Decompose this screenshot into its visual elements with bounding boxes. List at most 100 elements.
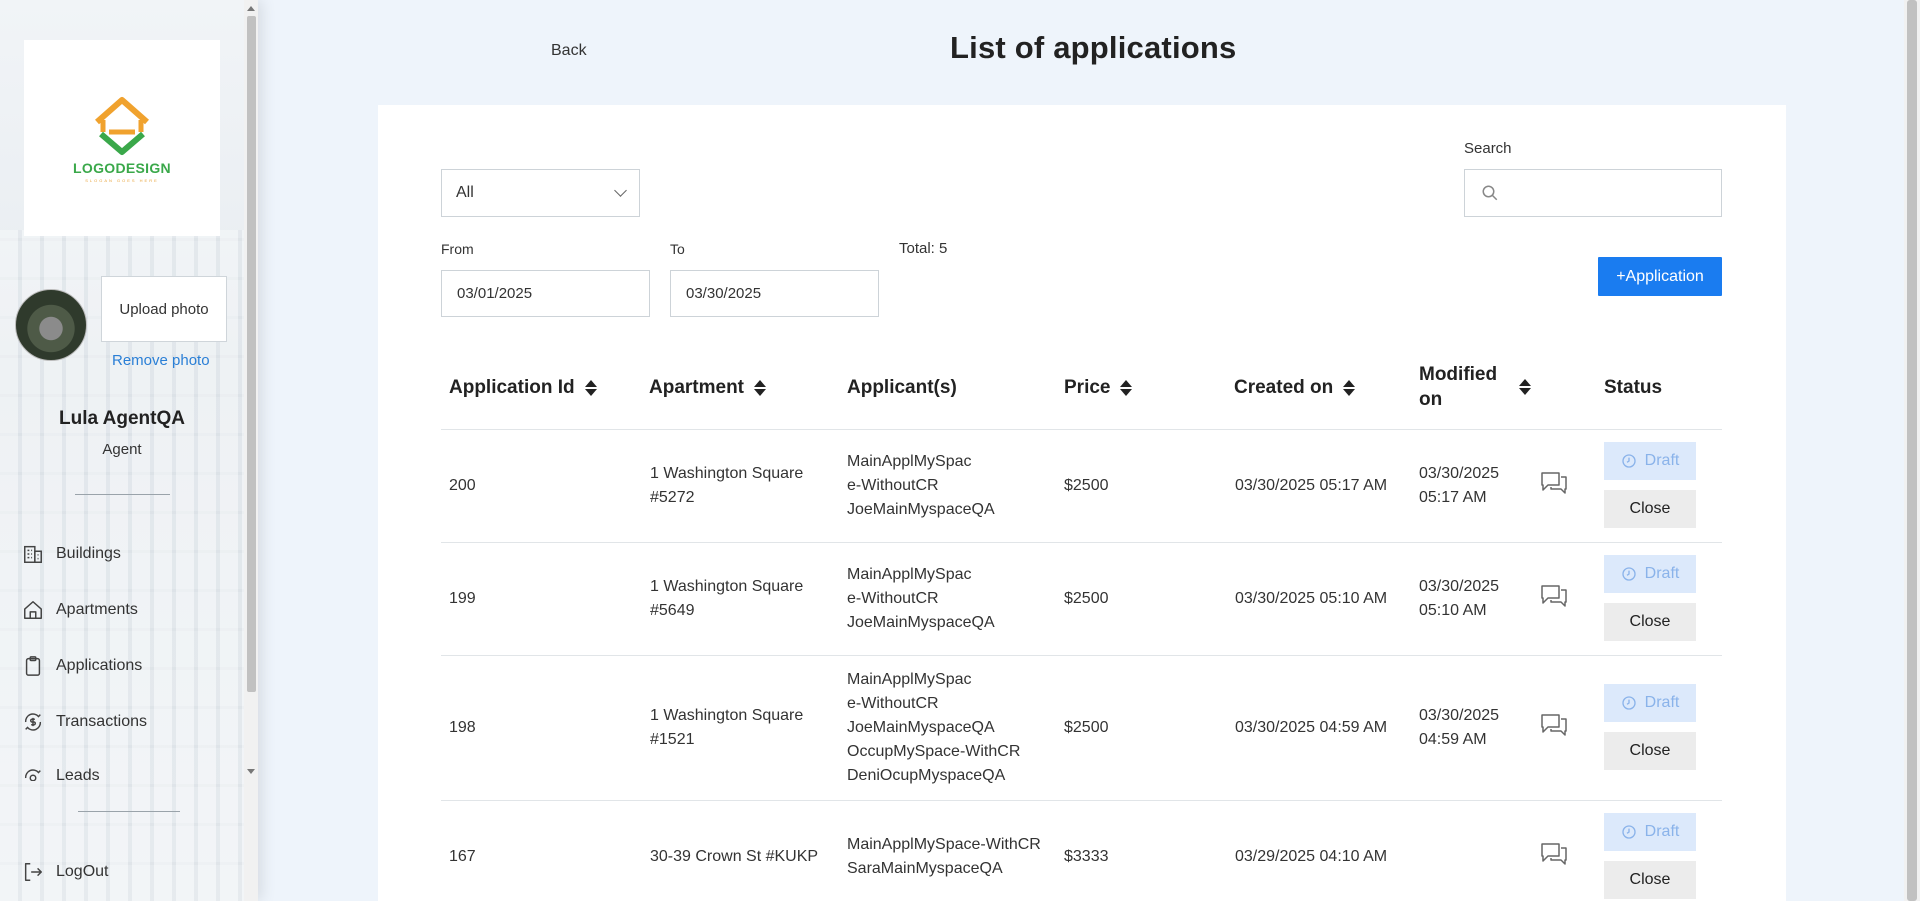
total-count: Total: 5 xyxy=(899,240,948,257)
leads-icon xyxy=(24,769,41,781)
logo-house-icon xyxy=(95,96,149,155)
page-scrollbar-thumb[interactable] xyxy=(1907,0,1917,901)
row-divider xyxy=(441,429,1722,430)
divider xyxy=(78,811,180,812)
close-button[interactable]: Close xyxy=(1604,861,1696,899)
sort-icon[interactable] xyxy=(584,379,597,396)
applicant-name: JoeMainMyspaceQA xyxy=(847,614,995,631)
scroll-down-arrow-icon[interactable] xyxy=(247,769,255,774)
avatar xyxy=(15,289,87,361)
sidebar-item-apartments[interactable]: Apartments xyxy=(22,599,138,621)
sort-icon[interactable] xyxy=(1519,379,1531,395)
column-header-price[interactable]: Price xyxy=(1064,375,1133,400)
chat-icon[interactable] xyxy=(1540,713,1568,737)
row-divider xyxy=(441,655,1722,656)
user-role: Agent xyxy=(102,441,142,458)
upload-photo-button[interactable]: Upload photo xyxy=(101,276,227,342)
cell-applicants: MainApplMySpace-WithoutCR JoeMainMyspace… xyxy=(847,668,1020,788)
divider xyxy=(75,494,170,495)
chat-icon[interactable] xyxy=(1540,842,1568,866)
column-header-apartment[interactable]: Apartment xyxy=(649,375,767,400)
building-icon xyxy=(24,545,42,563)
cell-id: 199 xyxy=(449,590,476,607)
status-badge: Draft xyxy=(1604,442,1696,480)
chat-icon[interactable] xyxy=(1540,471,1568,495)
column-header-label: Status xyxy=(1604,377,1663,398)
cell-apartment[interactable]: 1 Washington Square #5272 xyxy=(650,462,830,510)
from-label: From xyxy=(441,241,474,257)
cell-applicants: MainApplMySpace-WithoutCR JoeMainMyspace… xyxy=(847,563,995,635)
row-divider xyxy=(441,542,1722,543)
cell-created: 03/30/2025 05:10 AM xyxy=(1235,590,1388,607)
close-button[interactable]: Close xyxy=(1604,490,1696,528)
cell-apartment[interactable]: 1 Washington Square #5649 xyxy=(650,575,830,623)
status-label: Draft xyxy=(1644,565,1680,582)
column-header-created[interactable]: Created on xyxy=(1234,375,1356,400)
sort-icon[interactable] xyxy=(1120,379,1133,396)
sidebar-scrollbar-thumb[interactable] xyxy=(247,16,256,692)
page-title: List of applications xyxy=(950,30,1237,65)
search-input[interactable] xyxy=(1464,169,1722,217)
column-header-label: Application Id xyxy=(449,377,575,398)
sidebar-item-buildings[interactable]: Buildings xyxy=(22,543,121,565)
cell-price: $2500 xyxy=(1064,719,1109,736)
sidebar-item-transactions[interactable]: Transactions xyxy=(22,711,147,733)
column-header-label: Price xyxy=(1064,377,1111,398)
status-badge: Draft xyxy=(1604,813,1696,851)
sidebar: LOGODESIGN SLOGAN GOES HERE Upload photo… xyxy=(0,0,258,901)
applications-card xyxy=(378,105,1786,901)
sidebar-item-leads[interactable]: Leads xyxy=(22,767,100,781)
clipboard-icon xyxy=(25,656,41,676)
applicant-name: MainApplMySpace-WithoutCR xyxy=(847,453,972,494)
back-link[interactable]: Back xyxy=(551,42,587,60)
cell-id: 167 xyxy=(449,848,476,865)
column-header-status: Status xyxy=(1604,375,1662,400)
cell-apartment[interactable]: 1 Washington Square #1521 xyxy=(650,704,830,752)
chat-icon[interactable] xyxy=(1540,584,1568,608)
logout-icon xyxy=(24,863,42,881)
cell-created: 03/30/2025 04:59 AM xyxy=(1235,719,1388,736)
sidebar-item-label: Apartments xyxy=(56,601,138,618)
applicant-name: MainApplMySpace-WithoutCR xyxy=(847,566,972,607)
logout-button[interactable]: LogOut xyxy=(22,861,108,883)
cell-applicants: MainApplMySpace-WithoutCR JoeMainMyspace… xyxy=(847,450,995,522)
sort-icon[interactable] xyxy=(1343,379,1356,396)
status-label: Draft xyxy=(1644,694,1680,711)
sidebar-item-label: Buildings xyxy=(56,545,121,562)
user-name: Lula AgentQA xyxy=(59,408,185,429)
scroll-up-arrow-icon[interactable] xyxy=(247,6,255,11)
search-icon xyxy=(1482,185,1498,201)
cell-applicants: MainApplMySpace-WithCR SaraMainMyspaceQA xyxy=(847,833,1041,881)
sidebar-item-applications[interactable]: Applications xyxy=(22,655,142,677)
status-badge: Draft xyxy=(1604,555,1696,593)
cell-modified: 03/30/2025 05:17 AM xyxy=(1419,465,1500,506)
close-button[interactable]: Close xyxy=(1604,732,1696,770)
cell-apartment[interactable]: 30-39 Crown St #KUKP xyxy=(650,845,850,869)
applicant-name: MainApplMySpace-WithCR xyxy=(847,836,1041,853)
dollar-cycle-icon xyxy=(24,713,42,731)
logout-label: LogOut xyxy=(56,863,109,880)
cell-id: 198 xyxy=(449,719,476,736)
clock-icon xyxy=(1621,454,1636,468)
status-filter-select[interactable]: All xyxy=(441,169,640,217)
cell-created: 03/29/2025 04:10 AM xyxy=(1235,848,1388,865)
column-header-id[interactable]: Application Id xyxy=(449,375,597,400)
close-button[interactable]: Close xyxy=(1604,603,1696,641)
clock-icon xyxy=(1621,696,1636,710)
logo-text: LOGODESIGN xyxy=(73,159,171,176)
search-label: Search xyxy=(1464,140,1512,157)
add-application-button[interactable]: +Application xyxy=(1598,257,1722,296)
cell-price: $2500 xyxy=(1064,477,1109,494)
logo-slogan: SLOGAN GOES HERE xyxy=(85,177,159,183)
column-header-applicants: Applicant(s) xyxy=(847,375,957,400)
sort-icon[interactable] xyxy=(754,379,767,396)
remove-photo-link[interactable]: Remove photo xyxy=(112,352,210,369)
status-label: Draft xyxy=(1644,452,1680,469)
column-header-modified[interactable]: Modified on xyxy=(1419,362,1531,412)
from-date-input[interactable]: 03/01/2025 xyxy=(441,270,650,317)
applicant-name: JoeMainMyspaceQA xyxy=(847,501,995,518)
to-date-input[interactable]: 03/30/2025 xyxy=(670,270,879,317)
applicant-name: JoeMainMyspaceQA xyxy=(847,719,995,736)
cell-id: 200 xyxy=(449,477,476,494)
cell-price: $3333 xyxy=(1064,848,1109,865)
